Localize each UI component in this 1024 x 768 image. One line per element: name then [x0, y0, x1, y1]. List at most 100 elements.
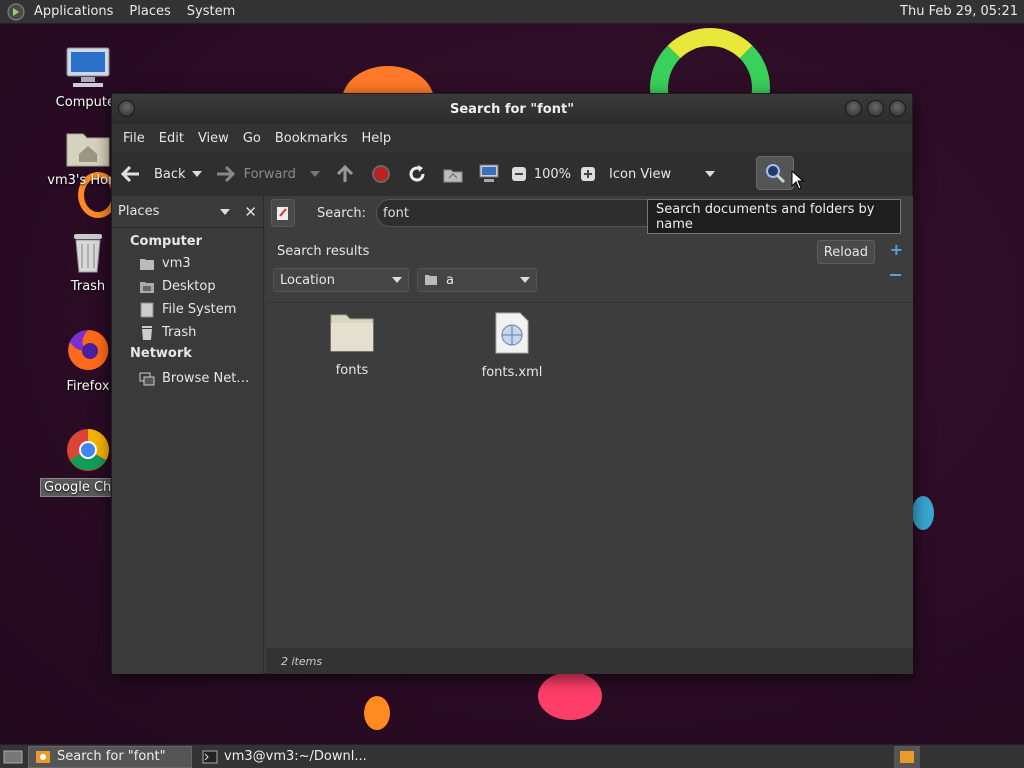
- view-mode-select[interactable]: Icon View: [609, 166, 716, 182]
- results-header: Search results Reload +: [267, 236, 913, 266]
- sidebar-type-combo[interactable]: Places ✕: [112, 196, 263, 228]
- add-criteria-icon[interactable]: +: [890, 240, 903, 259]
- minimize-button[interactable]: [845, 100, 862, 117]
- search-input[interactable]: [376, 199, 667, 227]
- desktop-icon-label: Firefox: [66, 379, 110, 394]
- window-title: Search for "font": [450, 101, 574, 117]
- chevron-down-icon: [309, 171, 320, 177]
- filter-type-select[interactable]: Location: [273, 268, 409, 292]
- sidebar-item-desktop[interactable]: Desktop: [112, 275, 263, 298]
- filter-location-select[interactable]: a: [417, 268, 537, 292]
- taskbar-item-search[interactable]: Search for "font": [28, 745, 192, 768]
- up-button[interactable]: [334, 163, 356, 185]
- taskbar-item-label: vm3@vm3:~/Downl...: [224, 749, 367, 764]
- menu-edit[interactable]: Edit: [152, 131, 191, 146]
- forward-arrow-icon: [214, 163, 236, 185]
- menu-file[interactable]: File: [116, 131, 152, 146]
- folder-icon: [424, 274, 438, 286]
- trash-icon: [74, 234, 102, 273]
- file-item-fonts[interactable]: fonts: [297, 311, 407, 378]
- reload-button[interactable]: Reload: [816, 240, 875, 264]
- sidebar-item-label: Trash: [162, 325, 197, 340]
- up-arrow-icon: [334, 163, 356, 185]
- home-button[interactable]: [442, 163, 464, 185]
- menu-bookmarks[interactable]: Bookmarks: [268, 131, 355, 146]
- sidebar-section-computer: Computer: [130, 234, 203, 249]
- sidebar-item-label: vm3: [162, 256, 191, 271]
- forward-label: Forward: [243, 166, 296, 182]
- forward-history-dropdown[interactable]: [309, 171, 320, 177]
- menu-go[interactable]: Go: [236, 131, 268, 146]
- file-item-fonts-xml[interactable]: fonts.xml: [457, 311, 567, 380]
- file-item-label: fonts: [335, 363, 369, 378]
- back-button[interactable]: Back: [120, 163, 186, 185]
- folder-icon: [330, 314, 374, 352]
- view-mode-label: Icon View: [609, 166, 672, 182]
- back-history-dropdown[interactable]: [191, 171, 202, 177]
- distro-logo-icon[interactable]: [6, 1, 26, 23]
- close-button[interactable]: [889, 100, 906, 117]
- zoom-out-button[interactable]: [508, 163, 530, 185]
- sidebar-combo-label: Places: [118, 204, 160, 219]
- chevron-down-icon: [520, 277, 530, 283]
- desktop-icon-label: Trash: [70, 279, 106, 294]
- search-toggle-button[interactable]: [756, 156, 794, 190]
- xml-file-icon: [495, 312, 529, 354]
- stop-icon: [370, 163, 392, 185]
- zoom-in-button[interactable]: [577, 163, 599, 185]
- home-folder-icon: [66, 133, 110, 167]
- file-manager-window: Search for "font" File Edit View Go Book…: [111, 93, 913, 674]
- taskbar-item-terminal[interactable]: vm3@vm3:~/Downl...: [196, 746, 367, 768]
- menu-view[interactable]: View: [191, 131, 236, 146]
- places-menu[interactable]: Places: [121, 4, 178, 19]
- sidebar-item-label: Desktop: [162, 279, 216, 294]
- panel-clock[interactable]: Thu Feb 29, 05:21: [900, 4, 1024, 19]
- chrome-icon: [67, 429, 109, 471]
- zoom-in-icon: [577, 163, 599, 185]
- window-menu-button[interactable]: [118, 100, 135, 117]
- remove-criteria-icon[interactable]: [890, 274, 901, 276]
- file-manager-icon: [35, 750, 51, 764]
- toolbar: Back Forward 100% Icon View: [112, 152, 912, 196]
- window-titlebar[interactable]: Search for "font": [112, 94, 912, 124]
- chevron-down-icon: [191, 171, 202, 177]
- file-icon-view[interactable]: fonts fonts.xml: [267, 302, 913, 642]
- sidebar-item-browse-network[interactable]: Browse Net…: [112, 367, 263, 390]
- desktop-folder-icon: [138, 279, 156, 295]
- drive-icon: [138, 302, 156, 318]
- filter-type-label: Location: [280, 272, 335, 288]
- chevron-down-icon: [705, 171, 716, 177]
- workspace-switcher-icon[interactable]: [894, 745, 920, 768]
- stop-button[interactable]: [370, 163, 392, 185]
- sidebar-section-network: Network: [130, 346, 192, 361]
- applications-menu[interactable]: Applications: [26, 4, 121, 19]
- maximize-button[interactable]: [867, 100, 884, 117]
- close-sidebar-icon[interactable]: ✕: [244, 203, 257, 221]
- search-tooltip: Search documents and folders by name: [647, 199, 901, 234]
- zoom-out-icon: [508, 163, 530, 185]
- sidebar: Places ✕ Computer vm3 Desktop File Syste…: [112, 196, 264, 674]
- terminal-icon: [202, 750, 218, 764]
- reload-toolbar-button[interactable]: [406, 163, 428, 185]
- computer-button[interactable]: [478, 163, 500, 185]
- search-icon: [766, 164, 786, 184]
- decor-pink-blob: [538, 672, 602, 720]
- statusbar: 2 items: [267, 648, 913, 674]
- search-filters: Location a: [273, 268, 545, 292]
- results-heading: Search results: [277, 243, 370, 259]
- edit-location-icon[interactable]: [271, 199, 295, 227]
- top-panel: Applications Places System Thu Feb 29, 0…: [0, 0, 1024, 24]
- sidebar-item-filesystem[interactable]: File System: [112, 298, 263, 321]
- decor-teal-blob: [912, 496, 934, 530]
- taskbar-item-label: Search for "font": [57, 749, 166, 764]
- sidebar-item-vm3[interactable]: vm3: [112, 252, 263, 275]
- show-desktop-icon[interactable]: [2, 746, 24, 768]
- sidebar-item-trash[interactable]: Trash: [112, 321, 263, 344]
- mouse-cursor-icon: [791, 170, 805, 190]
- zoom-level[interactable]: 100%: [534, 167, 571, 182]
- home-icon: [442, 163, 464, 185]
- system-menu[interactable]: System: [179, 4, 243, 19]
- menu-help[interactable]: Help: [354, 131, 398, 146]
- refresh-icon: [406, 163, 428, 185]
- forward-button[interactable]: Forward: [214, 163, 296, 185]
